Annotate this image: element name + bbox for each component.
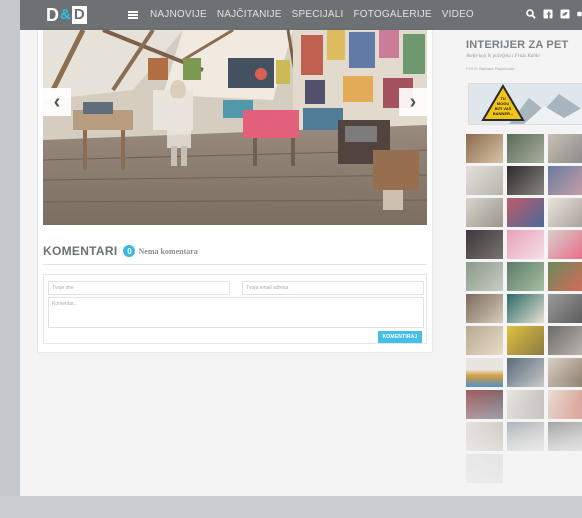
thumbnail[interactable] (507, 230, 544, 259)
nav-item-najcitanije[interactable]: NAJČITANIJE (217, 9, 282, 20)
top-navbar: D & D NAJNOVIJE NAJČITANIJE SPECIJALI FO… (20, 0, 582, 30)
nav-item-najnovije[interactable]: NAJNOVIJE (150, 9, 207, 20)
submit-comment-button[interactable]: KOMENTIRAJ (378, 331, 422, 343)
main-nav: NAJNOVIJE NAJČITANIJE SPECIJALI FOTOGALE… (150, 9, 484, 20)
hamburger-menu-icon[interactable] (128, 11, 138, 19)
thumbnail[interactable] (548, 166, 582, 195)
facebook-icon[interactable] (543, 9, 553, 19)
thumbnail[interactable] (466, 454, 503, 483)
thumbnail[interactable] (548, 262, 582, 291)
email-input[interactable]: Tvoja email adresa (242, 281, 424, 295)
thumbnail[interactable] (507, 358, 544, 387)
nav-item-video[interactable]: VIDEO (442, 9, 474, 20)
thumbnail[interactable] (466, 326, 503, 355)
ad-banner-graphic: TU MOGU BITI VAŠ BANNER... (469, 84, 582, 124)
thumbnail[interactable] (507, 390, 544, 419)
chevron-left-icon: ‹ (53, 90, 61, 113)
thumbnail[interactable] (548, 422, 582, 451)
thumbnail[interactable] (507, 262, 544, 291)
thumbnail[interactable] (466, 390, 503, 419)
ad-banner[interactable]: TU MOGU BITI VAŠ BANNER... (468, 83, 582, 125)
thumbnail[interactable] (466, 294, 503, 323)
thumbnail[interactable] (548, 358, 582, 387)
nav-item-fotogalerije[interactable]: FOTOGALERIJE (353, 9, 431, 20)
gallery-slider[interactable]: ‹ › (43, 30, 427, 225)
name-input[interactable]: Tvoje ime (48, 281, 230, 295)
nav-social-icons (526, 9, 582, 19)
thumbnail[interactable] (466, 198, 503, 227)
svg-text:BANNER...: BANNER... (493, 111, 513, 116)
thumbnail[interactable] (507, 134, 544, 163)
divider (43, 264, 427, 265)
thumbnail[interactable] (548, 198, 582, 227)
thumbnail[interactable] (548, 134, 582, 163)
thumbnail[interactable] (507, 166, 544, 195)
page: D & D NAJNOVIJE NAJČITANIJE SPECIJALI FO… (20, 0, 582, 518)
thumbnail[interactable] (507, 326, 544, 355)
comment-textarea[interactable]: Komentar... (48, 297, 424, 328)
comments-header: KOMENTARI 0 Nema komentara (43, 244, 198, 258)
slider-next-button[interactable]: › (399, 88, 427, 116)
comment-count-badge: 0 (123, 245, 136, 257)
instagram-icon[interactable] (577, 9, 582, 19)
comment-form: Tvoje ime Tvoja email adresa Komentar...… (43, 274, 427, 344)
bottom-margin (0, 496, 582, 518)
thumbnail[interactable] (548, 294, 582, 323)
chevron-right-icon: › (409, 90, 417, 113)
slider-prev-button[interactable]: ‹ (43, 88, 71, 116)
sidebar-article-title[interactable]: INTERIJER ZA PET (466, 39, 568, 51)
sidebar-article-subtitle: Atelje koji bi poželjela i Frida Kahlo (466, 54, 540, 59)
search-icon[interactable] (526, 9, 536, 19)
thumbnail[interactable] (548, 390, 582, 419)
thumbnail[interactable] (466, 134, 503, 163)
thumbnail[interactable] (548, 326, 582, 355)
sidebar: INTERIJER ZA PET Atelje koji bi poželjel… (464, 30, 582, 518)
thumbnail[interactable] (507, 422, 544, 451)
thumbnail[interactable] (548, 230, 582, 259)
logo-letter-left: D (46, 5, 59, 25)
comments-status: Nema komentara (138, 246, 198, 256)
thumbnail[interactable] (507, 294, 544, 323)
thumbnail[interactable] (507, 198, 544, 227)
thumbnail[interactable] (466, 230, 503, 259)
article-card: ‹ › KOMENTARI 0 Nema komentara Tvoje ime… (38, 30, 432, 352)
studio-photo (43, 30, 427, 225)
site-logo[interactable]: D & D (46, 6, 87, 24)
twitter-icon[interactable] (560, 9, 570, 19)
thumbnail[interactable] (466, 166, 503, 195)
logo-ampersand: & (60, 6, 71, 23)
thumbnail[interactable] (466, 422, 503, 451)
nav-item-specijali[interactable]: SPECIJALI (292, 9, 344, 20)
sidebar-photo-credit: FOTO: Barbara Piskićnoski (466, 66, 515, 71)
logo-letter-right: D (71, 6, 87, 24)
thumbnail[interactable] (466, 358, 503, 387)
thumbnail[interactable] (466, 262, 503, 291)
comments-title: KOMENTARI (43, 244, 118, 258)
